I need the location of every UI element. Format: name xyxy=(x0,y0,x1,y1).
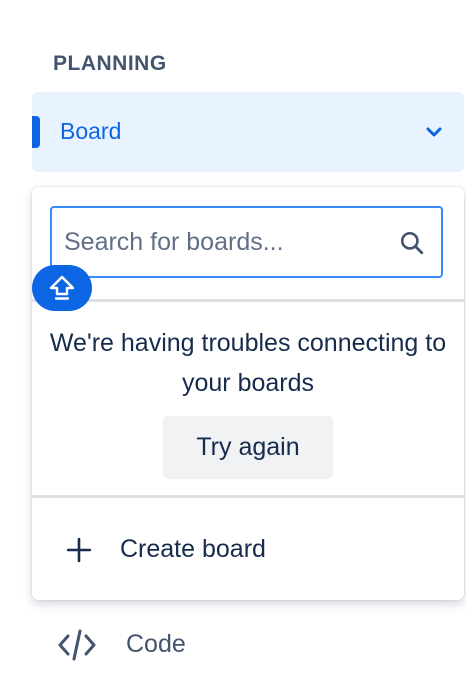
create-board-label: Create board xyxy=(120,535,266,563)
arrow-up-icon xyxy=(49,275,75,300)
try-again-button[interactable]: Try again xyxy=(163,416,333,479)
divider xyxy=(32,299,464,302)
section-heading-planning: PLANNING xyxy=(53,52,167,75)
sidebar-item-label: Code xyxy=(126,630,186,658)
code-icon xyxy=(58,629,96,661)
search-field[interactable] xyxy=(50,206,443,278)
search-icon xyxy=(400,231,424,255)
sidebar-item-code[interactable]: Code xyxy=(32,612,464,676)
collapse-badge[interactable] xyxy=(32,265,92,311)
chevron-down-icon[interactable] xyxy=(422,120,446,144)
search-input[interactable] xyxy=(64,208,384,276)
sidebar-item-board[interactable]: Board xyxy=(32,92,464,172)
sidebar-item-label: Board xyxy=(60,118,122,144)
boards-dropdown: We're having troubles connecting to your… xyxy=(32,187,464,600)
sidebar-root: PLANNING Board We're having troubles con… xyxy=(0,0,466,696)
create-board-button[interactable]: Create board xyxy=(32,499,464,600)
error-message: We're having troubles connecting to your… xyxy=(49,329,447,397)
plus-icon xyxy=(66,537,92,563)
active-indicator xyxy=(32,116,40,148)
divider xyxy=(32,495,464,498)
